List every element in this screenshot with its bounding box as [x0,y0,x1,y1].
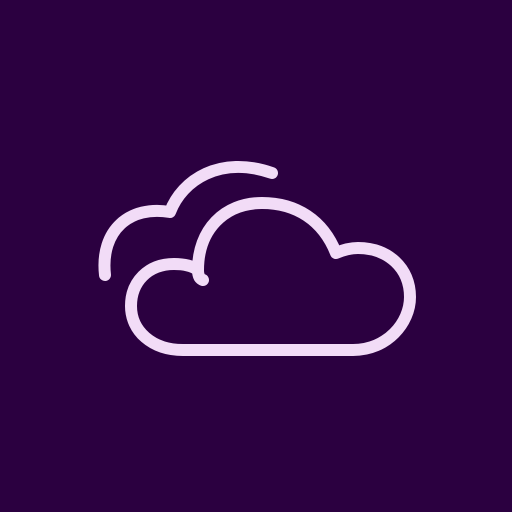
front-cloud-outline [125,197,416,356]
front-cloud-inner-curve [192,264,209,286]
clouds-icon [0,0,512,512]
icon-canvas [0,0,512,512]
back-cloud-outline [98,161,278,281]
